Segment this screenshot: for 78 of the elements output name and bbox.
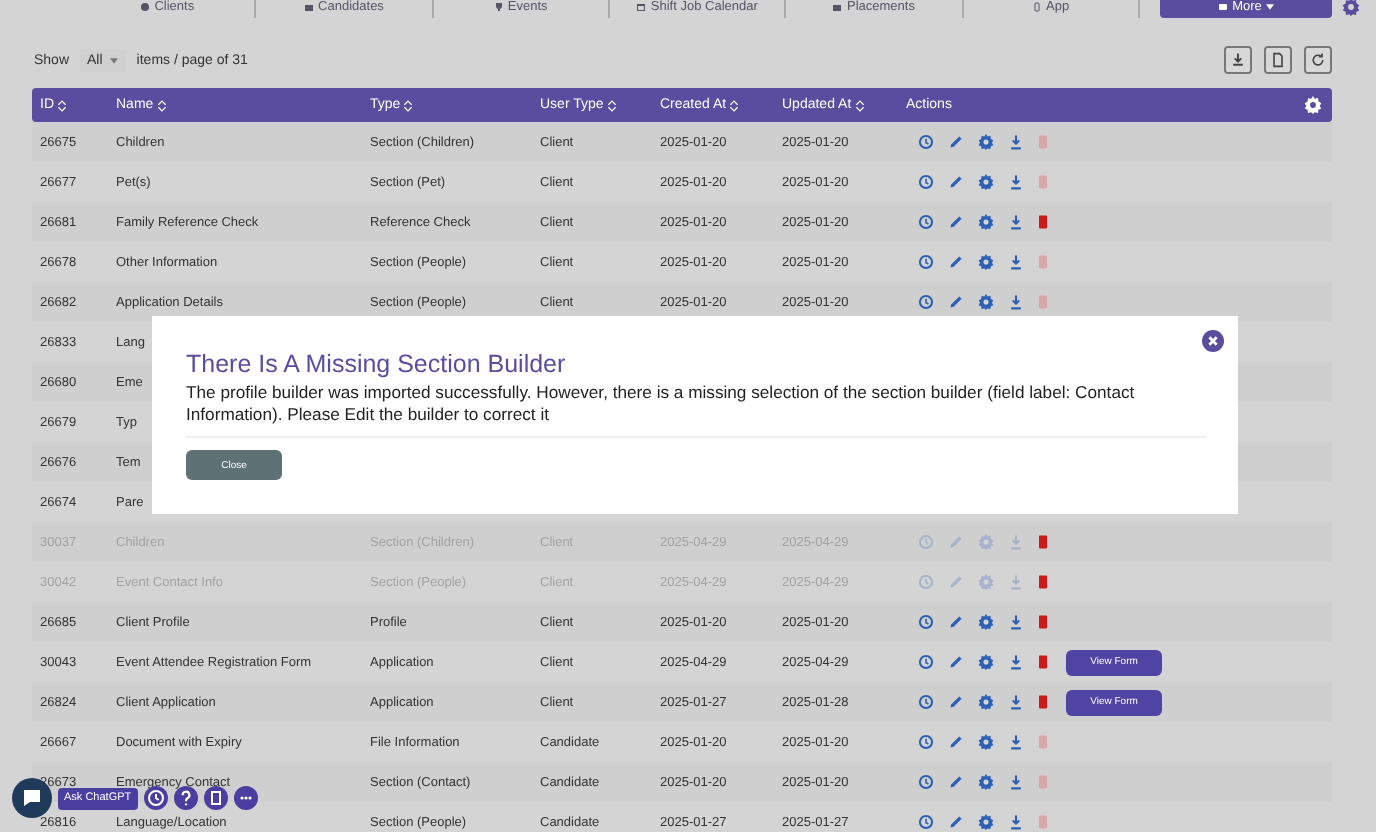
download-icon[interactable]	[1008, 294, 1024, 310]
trash-icon[interactable]	[1038, 614, 1048, 630]
settings-icon[interactable]	[978, 214, 994, 230]
download-icon[interactable]	[1008, 734, 1024, 750]
settings-icon[interactable]	[978, 254, 994, 270]
pencil-icon[interactable]	[948, 294, 964, 310]
history-icon[interactable]	[918, 254, 934, 270]
download-icon[interactable]	[1008, 134, 1024, 150]
settings-icon[interactable]	[1341, 0, 1360, 15]
history-icon[interactable]	[918, 654, 934, 670]
download-icon	[1230, 52, 1246, 68]
sort-icon[interactable]	[730, 99, 739, 111]
download-icon[interactable]	[1008, 214, 1024, 230]
close-icon[interactable]	[1202, 330, 1224, 352]
help-icon[interactable]	[173, 786, 198, 810]
pencil-icon[interactable]	[948, 814, 964, 830]
tab-icon	[140, 1, 151, 11]
settings-icon[interactable]	[978, 814, 994, 830]
tab-icon	[1032, 1, 1043, 11]
settings-icon[interactable]	[978, 654, 994, 670]
history-icon[interactable]	[918, 134, 934, 150]
tab-icon	[1218, 1, 1229, 11]
dialog-title: There Is A Missing Section Builder	[186, 350, 568, 378]
sort-icon[interactable]	[607, 99, 616, 111]
pencil-icon[interactable]	[948, 654, 964, 670]
trash-icon[interactable]	[1038, 214, 1048, 230]
settings-icon[interactable]	[978, 774, 994, 790]
history-icon[interactable]	[918, 214, 934, 230]
tab-icon	[493, 1, 504, 11]
history-icon[interactable]	[918, 694, 934, 710]
pencil-icon[interactable]	[948, 734, 964, 750]
pencil-icon[interactable]	[948, 254, 964, 270]
book-icon[interactable]	[203, 786, 228, 810]
pencil-icon[interactable]	[948, 774, 964, 790]
history-icon[interactable]	[918, 174, 934, 190]
sort-icon[interactable]	[58, 99, 66, 111]
caret-icon	[1265, 3, 1274, 9]
history-icon[interactable]	[918, 774, 934, 790]
settings-icon[interactable]	[978, 134, 994, 150]
more-icon[interactable]	[233, 786, 258, 810]
document-icon	[1270, 52, 1286, 68]
trash-icon[interactable]	[1038, 654, 1048, 670]
history-icon[interactable]	[918, 614, 934, 630]
caret-icon	[110, 57, 119, 63]
download-icon[interactable]	[1008, 814, 1024, 830]
history-icon[interactable]	[143, 786, 168, 810]
settings-icon[interactable]	[1304, 96, 1322, 114]
settings-icon[interactable]	[978, 734, 994, 750]
history-icon[interactable]	[918, 734, 934, 750]
dialog-message: The profile builder was imported successfully. However, there is a missing selection of the section builder (field label: Contact Information). Please Edit the builder to correct it	[186, 382, 1137, 424]
settings-icon[interactable]	[978, 294, 994, 310]
history-icon[interactable]	[918, 814, 934, 830]
download-icon[interactable]	[1008, 694, 1024, 710]
sort-icon[interactable]	[157, 99, 166, 111]
refresh-button[interactable]	[1304, 46, 1332, 74]
download-icon[interactable]	[1008, 654, 1024, 670]
settings-icon[interactable]	[978, 614, 994, 630]
pencil-icon[interactable]	[948, 174, 964, 190]
document-button[interactable]	[1264, 46, 1292, 74]
pencil-icon[interactable]	[948, 214, 964, 230]
settings-icon[interactable]	[978, 694, 994, 710]
download-icon[interactable]	[1008, 174, 1024, 190]
refresh-icon	[1310, 52, 1326, 68]
tab-icon	[304, 1, 315, 11]
tab-icon	[832, 1, 843, 11]
history-icon[interactable]	[918, 294, 934, 310]
tab-icon	[636, 1, 647, 11]
pencil-icon[interactable]	[948, 134, 964, 150]
trash-icon[interactable]	[1038, 694, 1048, 710]
pencil-icon[interactable]	[948, 614, 964, 630]
download-button[interactable]	[1224, 46, 1252, 74]
settings-icon[interactable]	[978, 174, 994, 190]
sort-icon[interactable]	[404, 99, 413, 111]
download-icon[interactable]	[1008, 254, 1024, 270]
download-icon[interactable]	[1008, 614, 1024, 630]
download-icon[interactable]	[1008, 774, 1024, 790]
pencil-icon[interactable]	[948, 694, 964, 710]
sort-icon[interactable]	[855, 99, 864, 111]
